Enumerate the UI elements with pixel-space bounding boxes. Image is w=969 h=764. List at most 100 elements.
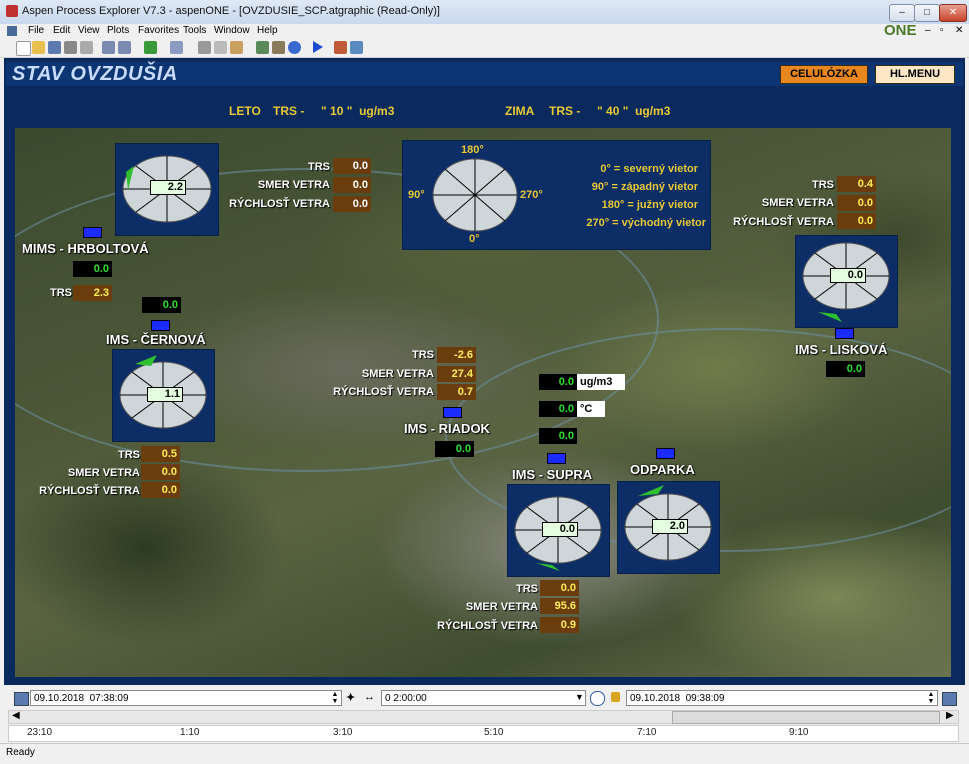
hrboltova-trs-label: TRS	[50, 287, 72, 299]
supra-flag	[547, 453, 566, 464]
lock-icon[interactable]	[611, 692, 620, 702]
settings-icon[interactable]	[272, 41, 285, 54]
time-span-field[interactable]: 0 2:00:00	[381, 690, 586, 706]
top-rychlost-value: 0.0	[333, 196, 371, 212]
menu-tools[interactable]: Tools	[183, 25, 206, 36]
top-rychlost-label: RÝCHLOSŤ VETRA	[229, 198, 330, 210]
navigate-icon[interactable]	[144, 41, 157, 54]
end-time-field[interactable]: 09.10.2018 09:38:09	[626, 690, 938, 706]
compass-note-3: 270° = východný vietor	[586, 217, 706, 229]
print-preview-icon[interactable]	[80, 41, 93, 54]
liskova-smer-label: SMER VETRA	[761, 197, 834, 209]
top-smer-label: SMER VETRA	[257, 179, 330, 191]
scroll-thumb[interactable]	[672, 711, 940, 724]
shift-forward-icon[interactable]: ↔	[364, 691, 375, 703]
menu-help[interactable]: Help	[257, 25, 278, 36]
cernova-rychlost-label: RÝCHLOSŤ VETRA	[39, 485, 140, 497]
start-spin-icon[interactable]: ▲ ▼	[330, 691, 340, 705]
readout-1-unit: ug/m3	[577, 374, 625, 390]
odparka-name: ODPARKA	[630, 462, 695, 477]
back-icon[interactable]	[102, 41, 115, 54]
liskova-trs-label: TRS	[812, 179, 834, 191]
cernova-name: IMS - ČERNOVÁ	[106, 332, 206, 347]
hrboltova-dial-value: 2.2	[150, 180, 186, 195]
tag-icon[interactable]	[334, 41, 347, 54]
tick-label: 9:10	[789, 727, 809, 738]
liskova-rychlost-label: RÝCHLOSŤ VETRA	[733, 216, 834, 228]
shift-back-icon[interactable]: ✦	[346, 691, 355, 704]
cernova-dial-value: 1.1	[147, 387, 183, 402]
supra-dial-value: 0.0	[542, 522, 578, 537]
top-trs-value: 0.0	[333, 158, 371, 174]
riadok-rychlost-label: RÝCHLOSŤ VETRA	[333, 386, 434, 398]
supra-rychlost-label: RÝCHLOSŤ VETRA	[437, 620, 538, 632]
mdi-restore-button[interactable]: ▫	[940, 25, 944, 36]
mdi-minimize-button[interactable]: –	[925, 25, 931, 36]
menu-edit[interactable]: Edit	[53, 25, 70, 36]
calendar-start-icon[interactable]	[14, 692, 29, 706]
supra-smer-value: 95.6	[540, 598, 579, 614]
tick-label: 3:10	[333, 727, 353, 738]
minimize-button[interactable]: –	[889, 4, 915, 22]
save-icon[interactable]	[48, 41, 61, 54]
menu-plots[interactable]: Plots	[107, 25, 129, 36]
play-icon[interactable]	[313, 41, 323, 53]
cernova-smer-value: 0.0	[141, 464, 180, 480]
link-icon[interactable]	[170, 41, 183, 54]
close-button[interactable]: ✕	[939, 4, 967, 22]
compass-note-1: 90° = západný vietor	[591, 181, 698, 193]
hrboltova-dial-panel: 2.2	[115, 143, 219, 236]
open-icon[interactable]	[32, 41, 45, 54]
help-icon[interactable]	[288, 41, 301, 54]
readout-1-value: 0.0	[539, 374, 577, 390]
readout-2-value: 0.0	[539, 401, 577, 417]
mdi-close-button[interactable]: ✕	[955, 25, 963, 36]
toolbar	[0, 39, 969, 58]
calendar-end-icon[interactable]	[942, 692, 957, 706]
riadok-green-value: 0.0	[435, 441, 474, 457]
scroll-left-arrow[interactable]: ◀	[12, 710, 20, 721]
main-menu-button[interactable]: HL.MENU	[875, 65, 955, 84]
menu-view[interactable]: View	[78, 25, 100, 36]
chart-icon[interactable]	[350, 41, 363, 54]
liskova-trs-value: 0.4	[837, 176, 876, 192]
span-dropdown-icon[interactable]: ▼	[575, 692, 584, 702]
tick-label: 23:10	[27, 727, 53, 738]
supra-trs-label: TRS	[516, 583, 538, 595]
menu-favorites[interactable]: Favorites	[138, 25, 179, 36]
refresh-icon[interactable]	[256, 41, 269, 54]
restore-button[interactable]: □	[914, 4, 940, 22]
hrboltova-green-value: 0.0	[73, 261, 112, 277]
celuloza-button[interactable]: CELULÓZKA	[780, 65, 868, 84]
hrboltova-trs-value: 2.3	[73, 285, 112, 301]
scroll-right-arrow[interactable]: ▶	[946, 710, 954, 721]
legend-winter-value: TRS - " 40 " ug/m3	[549, 104, 671, 118]
copy-icon[interactable]	[214, 41, 227, 54]
tick-label: 7:10	[637, 727, 657, 738]
cernova-trs-label: TRS	[118, 449, 140, 461]
clock-icon[interactable]	[590, 691, 605, 706]
menu-window[interactable]: Window	[214, 25, 250, 36]
cut-icon[interactable]	[198, 41, 211, 54]
paste-icon[interactable]	[230, 41, 243, 54]
end-spin-icon[interactable]: ▲ ▼	[926, 691, 936, 705]
menu-bar: File Edit View Plots Favorites Tools Win…	[0, 22, 969, 39]
liskova-smer-value: 0.0	[837, 195, 876, 211]
doc-icon	[7, 26, 17, 36]
aspen-one-logo: ONE	[884, 22, 917, 39]
compass-legend-panel: 180° 90° 270° 0° 0° = severný vietor 90°…	[402, 140, 711, 250]
top-smer-value: 0.0	[333, 177, 371, 193]
compass-n: 180°	[461, 144, 484, 156]
forward-icon[interactable]	[118, 41, 131, 54]
riadok-name: IMS - RIADOK	[404, 421, 490, 436]
cernova-green-value: 0.0	[142, 297, 181, 313]
app-icon	[6, 5, 18, 17]
new-icon[interactable]	[16, 41, 31, 56]
menu-file[interactable]: File	[28, 25, 44, 36]
supra-dial-panel: 0.0	[507, 484, 610, 577]
supra-smer-label: SMER VETRA	[465, 601, 538, 613]
start-time-field[interactable]: 09.10.2018 07:38:09	[30, 690, 342, 706]
riadok-trs-label: TRS	[412, 349, 434, 361]
cernova-dial-panel: 1.1	[112, 349, 215, 442]
print-icon[interactable]	[64, 41, 77, 54]
